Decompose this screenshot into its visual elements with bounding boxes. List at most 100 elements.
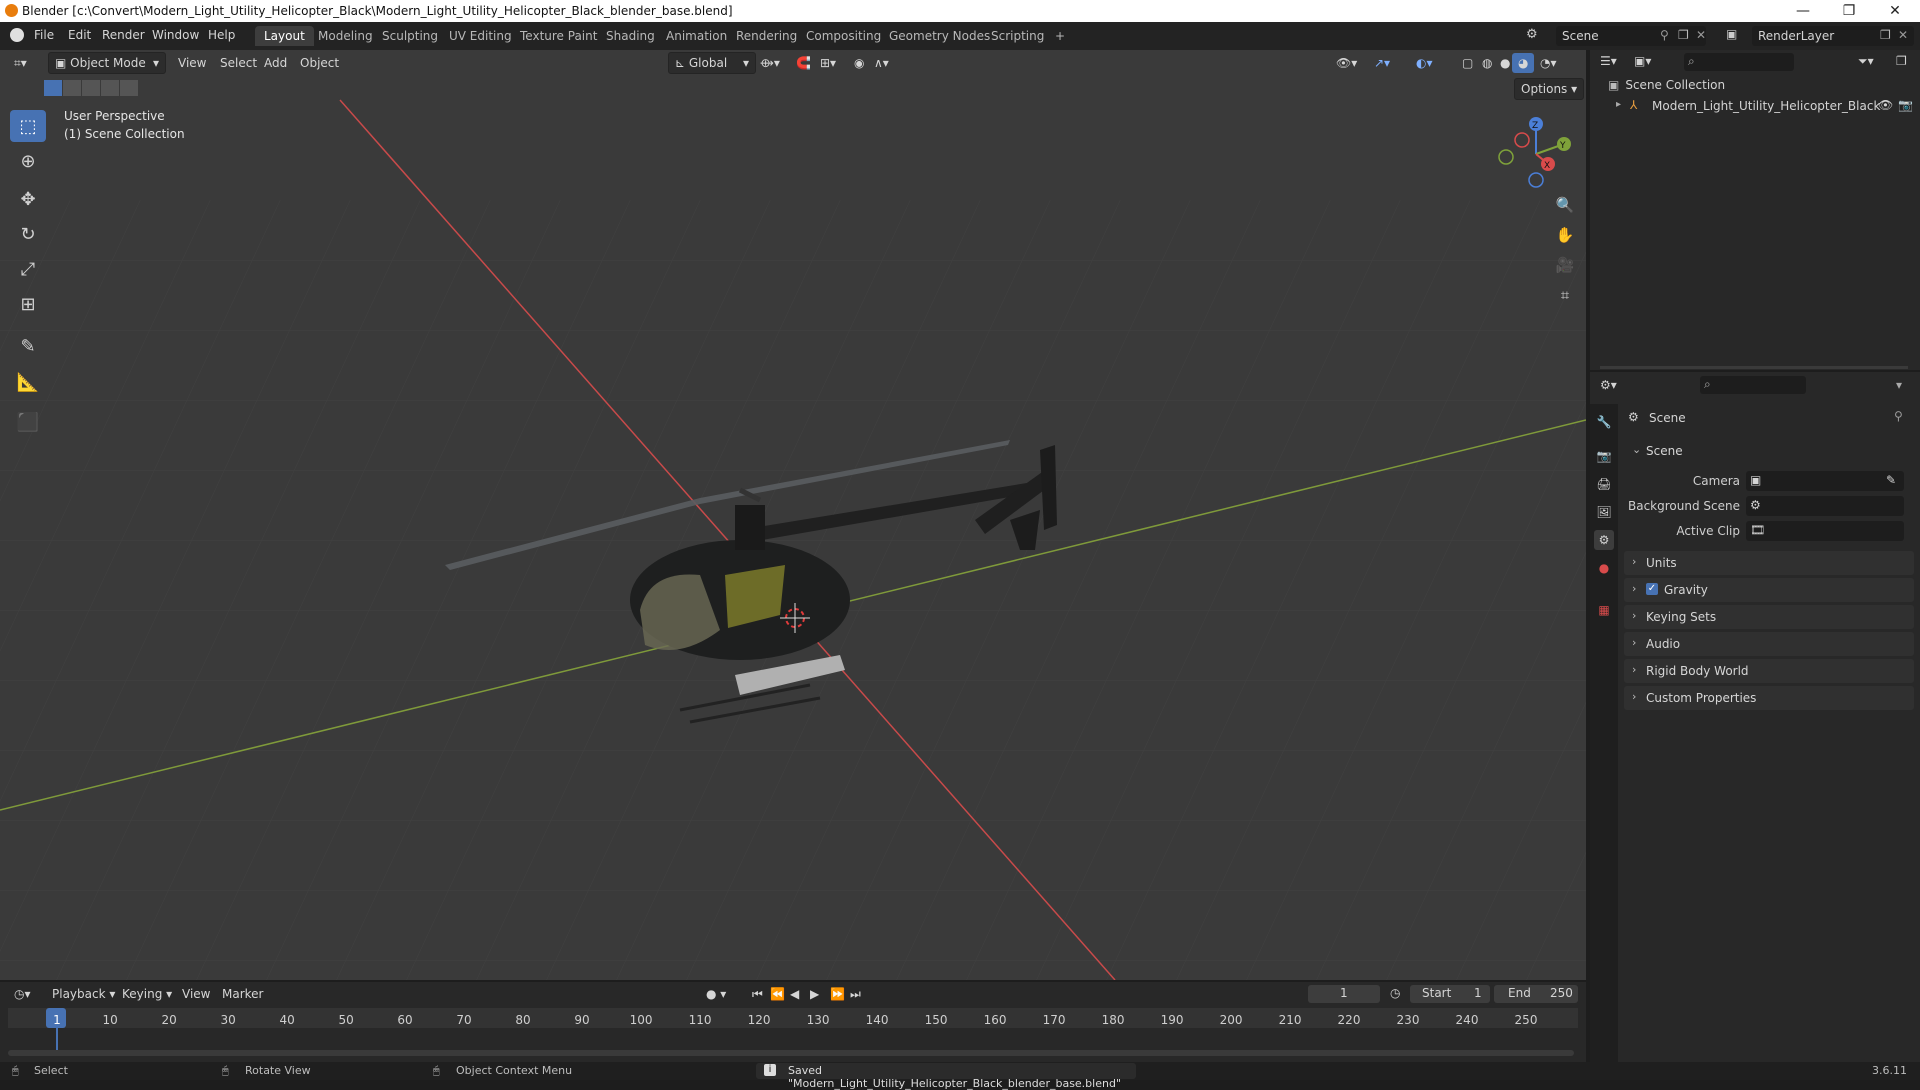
tool-tab-icon[interactable]: 🔧: [1594, 412, 1614, 432]
falloff-icon[interactable]: ∧▾: [868, 53, 895, 73]
transform-orientation-dropdown[interactable]: ⊾ Global ▾: [668, 52, 756, 74]
select-new-icon[interactable]: [44, 80, 62, 96]
rigid-body-world-panel[interactable]: › Rigid Body World: [1624, 659, 1914, 683]
eye-icon[interactable]: 👁: [1878, 98, 1893, 112]
menu-edit[interactable]: Edit: [68, 28, 91, 42]
render-tab-icon[interactable]: 📷: [1594, 446, 1614, 466]
pin-icon[interactable]: ⚲: [1894, 409, 1903, 423]
pin-icon[interactable]: ⚲: [1660, 28, 1669, 42]
select-intersect-icon[interactable]: [120, 80, 138, 96]
scale-tool-icon[interactable]: ⤢: [10, 253, 46, 285]
outliner-scrollbar[interactable]: [1600, 366, 1908, 369]
timeline-menu-keying[interactable]: Keying ▾: [116, 984, 178, 1004]
blender-menu-icon[interactable]: [10, 28, 24, 42]
gizmo-icon[interactable]: ↗▾: [1368, 53, 1396, 73]
play-reverse-icon[interactable]: ◀: [784, 984, 805, 1004]
new-view-layer-icon[interactable]: ❐: [1880, 28, 1891, 42]
zoom-icon[interactable]: 🔍: [1552, 192, 1578, 218]
timeline-menu-playback[interactable]: Playback ▾: [46, 984, 121, 1004]
properties-options-icon[interactable]: ▾: [1896, 378, 1902, 392]
rendered-shading-icon[interactable]: ◔▾: [1534, 53, 1563, 73]
camera-field[interactable]: ▣ ✎: [1746, 471, 1904, 491]
annotate-tool-icon[interactable]: ✎: [10, 330, 46, 362]
scene-selector[interactable]: Scene ⚲ ❐ ✕: [1556, 26, 1706, 46]
snap-target-icon[interactable]: ⊞▾: [814, 53, 842, 73]
auto-keying-icon[interactable]: ● ▾: [700, 984, 732, 1004]
delete-scene-icon[interactable]: ✕: [1696, 28, 1706, 42]
menu-help[interactable]: Help: [208, 28, 235, 42]
new-scene-icon[interactable]: ❐: [1678, 28, 1689, 42]
world-tab-icon[interactable]: ●: [1594, 558, 1614, 578]
navigation-gizmo[interactable]: Z Y X: [1496, 112, 1576, 192]
editor-type-icon[interactable]: ⌗▾: [8, 53, 33, 73]
display-mode-icon[interactable]: ▣▾: [1634, 54, 1651, 68]
tab-rendering[interactable]: Rendering: [727, 26, 806, 46]
outliner-editor-type-icon[interactable]: ☰▾: [1600, 54, 1617, 68]
jump-end-icon[interactable]: ⏭: [844, 984, 867, 1004]
transform-tool-icon[interactable]: ⊞: [10, 288, 46, 320]
end-frame-field[interactable]: End 250: [1494, 985, 1578, 1003]
close-button[interactable]: ✕: [1872, 0, 1918, 22]
tab-animation[interactable]: Animation: [657, 26, 736, 46]
audio-panel[interactable]: › Audio: [1624, 632, 1914, 656]
menu-window[interactable]: Window: [152, 28, 199, 42]
current-frame-field[interactable]: 1: [1308, 985, 1380, 1003]
minimize-button[interactable]: —: [1780, 0, 1826, 22]
play-icon[interactable]: ▶: [804, 984, 825, 1004]
timeline-menu-view[interactable]: View: [176, 984, 216, 1004]
scene-panel-header[interactable]: ⌄ Scene: [1624, 439, 1914, 463]
tab-uv-editing[interactable]: UV Editing: [440, 26, 521, 46]
3d-viewport[interactable]: [0, 50, 1586, 980]
start-frame-field[interactable]: Start 1: [1410, 985, 1490, 1003]
rotate-tool-icon[interactable]: ↻: [10, 218, 46, 250]
visibility-icon[interactable]: 👁▾: [1330, 53, 1363, 73]
viewport-menu-add[interactable]: Add: [258, 53, 293, 73]
measure-tool-icon[interactable]: 📐: [10, 366, 46, 398]
filter-icon[interactable]: ⏷▾: [1858, 54, 1874, 69]
menu-file[interactable]: File: [34, 28, 54, 42]
menu-render[interactable]: Render: [102, 28, 145, 42]
perspective-toggle-icon[interactable]: ⌗: [1552, 282, 1578, 308]
expand-arrow-icon[interactable]: ▸: [1616, 99, 1621, 110]
outliner-row-scene-collection[interactable]: ▣ Scene Collection: [1608, 78, 1725, 92]
tab-shading[interactable]: Shading: [597, 26, 664, 46]
move-tool-icon[interactable]: ✥: [10, 183, 46, 215]
render-layer-selector[interactable]: RenderLayer ❐ ✕: [1752, 26, 1914, 46]
material-shading-icon[interactable]: ◕: [1512, 53, 1535, 73]
select-invert-icon[interactable]: [101, 80, 119, 96]
active-clip-field[interactable]: 🎞: [1746, 521, 1904, 541]
new-collection-icon[interactable]: ❐: [1896, 54, 1907, 68]
maximize-button[interactable]: ❐: [1826, 0, 1872, 22]
viewport-menu-select[interactable]: Select: [214, 53, 263, 73]
viewport-menu-view[interactable]: View: [172, 53, 212, 73]
outliner-row-helicopter[interactable]: ▸ ⅄ Modern_Light_Utility_Helicopter_Blac…: [1616, 98, 1916, 116]
select-subtract-icon[interactable]: [82, 80, 100, 96]
viewport-menu-object[interactable]: Object: [294, 53, 345, 73]
tab-layout[interactable]: Layout: [255, 26, 314, 46]
custom-properties-panel[interactable]: › Custom Properties: [1624, 686, 1914, 710]
tab-compositing[interactable]: Compositing: [797, 26, 890, 46]
gravity-panel[interactable]: › ✓ Gravity: [1624, 578, 1914, 602]
timeline-menu-marker[interactable]: Marker: [216, 984, 269, 1004]
select-box-tool-icon[interactable]: ⬚: [10, 110, 46, 142]
keying-sets-panel[interactable]: › Keying Sets: [1624, 605, 1914, 629]
timeline-editor-type-icon[interactable]: ◷▾: [8, 984, 37, 1004]
units-panel[interactable]: › Units: [1624, 551, 1914, 575]
properties-search-input[interactable]: ⌕: [1700, 376, 1806, 394]
object-mode-dropdown[interactable]: ▣ Object Mode ▾: [48, 52, 166, 74]
background-scene-field[interactable]: ⚙: [1746, 496, 1904, 516]
render-camera-icon[interactable]: 📷: [1898, 98, 1913, 112]
pivot-point-icon[interactable]: ⟴▾: [754, 53, 786, 73]
properties-editor-type-icon[interactable]: ⚙▾: [1600, 378, 1617, 392]
add-cube-tool-icon[interactable]: ⬛: [10, 406, 46, 438]
cursor-tool-icon[interactable]: ⊕: [10, 145, 46, 177]
outliner-search-input[interactable]: ⌕: [1684, 53, 1794, 71]
gravity-checkbox[interactable]: ✓: [1646, 583, 1658, 595]
pan-hand-icon[interactable]: ✋: [1552, 222, 1578, 248]
delete-view-layer-icon[interactable]: ✕: [1898, 28, 1908, 42]
snap-icon[interactable]: 🧲: [790, 53, 817, 73]
overlay-icon[interactable]: ◐▾: [1410, 53, 1439, 73]
select-extend-icon[interactable]: [63, 80, 81, 96]
tab-texture-paint[interactable]: Texture Paint: [511, 26, 606, 46]
tab-sculpting[interactable]: Sculpting: [373, 26, 447, 46]
